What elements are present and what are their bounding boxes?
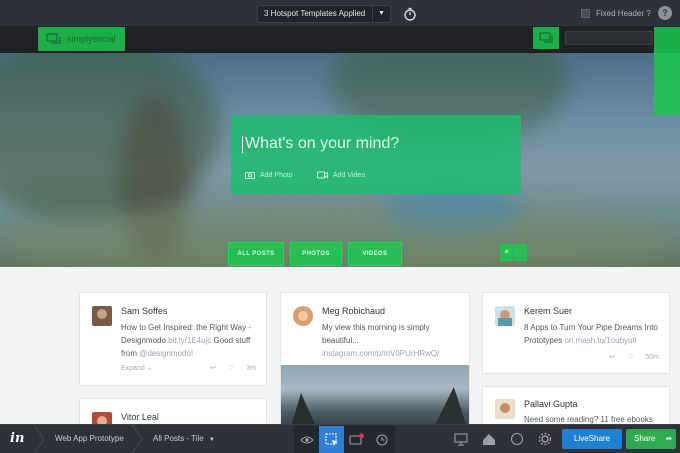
fixed-header-toggle[interactable]: Fixed Header ?	[581, 9, 651, 18]
post-link[interactable]: on.mash.to/1oubyuIl	[564, 336, 636, 345]
post-text: How to Get Inspired: the Right Way - Des…	[121, 321, 261, 360]
fixed-header-label: Fixed Header ?	[596, 9, 651, 18]
home-icon	[483, 433, 495, 445]
post-feed: Sam Soffes How to Get Inspired: the Righ…	[0, 267, 680, 424]
add-video-label: Add Video	[333, 171, 366, 179]
hotspot-template-select[interactable]: 3 Hotspot Templates Applied ▼	[257, 5, 391, 23]
add-video-button[interactable]: Add Video	[317, 171, 365, 179]
avatar	[495, 306, 515, 326]
post-card: Vitor Leal	[79, 398, 267, 424]
post-card: Pallavi Gupta Need some reading? 11 free…	[482, 386, 670, 424]
post-link[interactable]: instagram.com/p/mV0PUrHRwQ/	[322, 349, 439, 358]
post-author: Meg Robichaud	[322, 306, 386, 316]
share-arrow-icon: ➦	[665, 434, 673, 443]
filter-photos[interactable]: PHOTOS	[290, 242, 342, 266]
post-text: My view this morning is simply beautiful…	[322, 321, 462, 360]
screen-name-label: All Posts - Tile	[153, 434, 204, 443]
invision-bottom-bar: in Web App Prototype All Posts - Tile ▼	[0, 424, 680, 453]
brand-hotspot[interactable]: simplysocial	[38, 27, 125, 51]
settings-button[interactable]	[536, 430, 554, 448]
post-author: Pallavi Gupta	[524, 399, 578, 409]
breadcrumb-separator-icon	[131, 425, 143, 453]
stopwatch-icon	[404, 7, 416, 21]
chevron-down-icon: ⌄	[146, 365, 153, 372]
chevron-down-icon: ▼	[372, 6, 390, 22]
list-view-button[interactable]: ≡	[500, 244, 513, 261]
reply-icon[interactable]: ↩	[210, 364, 216, 372]
post-footer: ↩ ♡ 50m	[524, 353, 659, 362]
post-card: Meg Robichaud My view this morning is si…	[280, 292, 470, 424]
status-composer-hotspot[interactable]: What's on your mind? Add Photo Add Video	[231, 115, 521, 194]
share-button[interactable]: Share ➦	[626, 429, 676, 449]
screen-name[interactable]: All Posts - Tile ▼	[153, 434, 215, 443]
add-photo-button[interactable]: Add Photo	[245, 171, 293, 179]
video-camera-icon	[317, 171, 328, 179]
avatar	[293, 306, 313, 326]
post-handle-link[interactable]: @designmodo!	[139, 349, 193, 358]
heart-icon[interactable]: ♡	[627, 353, 633, 361]
help-button[interactable]: ?	[658, 6, 672, 20]
post-time: 50m	[645, 353, 659, 361]
comment-icon	[348, 433, 364, 445]
post-author: Sam Soffes	[121, 306, 168, 316]
build-mode-button[interactable]	[319, 426, 344, 453]
add-photo-label: Add Photo	[260, 171, 293, 179]
profile-menu-hotspot[interactable]	[654, 27, 680, 115]
chat-bubbles-icon	[539, 32, 553, 43]
brand-logo-text: simplysocial	[67, 34, 116, 44]
circle-icon	[510, 432, 524, 446]
monitor-icon	[454, 432, 468, 446]
home-button[interactable]	[480, 430, 498, 448]
hero-banner: What's on your mind? Add Photo Add Video…	[0, 53, 680, 267]
filter-videos[interactable]: VIDEOS	[348, 242, 402, 266]
share-label: Share	[634, 434, 656, 443]
heart-icon[interactable]: ♡	[228, 364, 234, 372]
history-mode-button[interactable]	[369, 426, 394, 453]
chat-bubbles-icon	[46, 32, 61, 44]
gear-icon	[538, 432, 552, 446]
project-name[interactable]: Web App Prototype	[55, 434, 124, 443]
liveshare-button[interactable]: LiveShare	[562, 429, 622, 449]
hotspot-cursor-icon	[324, 432, 338, 446]
comment-mode-button[interactable]	[344, 426, 369, 453]
post-footer: Expand ⌄ ↩ ♡ 3m	[121, 364, 256, 373]
device-preview-button[interactable]	[452, 430, 470, 448]
post-text-part: My view this morning is simply beautiful…	[322, 323, 430, 345]
status-button[interactable]	[508, 430, 526, 448]
expand-label: Expand	[121, 365, 145, 372]
expand-button[interactable]: Expand ⌄	[121, 364, 153, 372]
clock-icon	[375, 433, 388, 446]
mode-tools	[294, 426, 395, 453]
reply-icon[interactable]: ↩	[609, 353, 615, 361]
avatar	[495, 399, 515, 419]
post-author: Vitor Leal	[121, 412, 159, 422]
post-card: Sam Soffes How to Get Inspired: the Righ…	[79, 292, 267, 386]
invision-logo[interactable]: in	[10, 431, 24, 446]
post-photo[interactable]	[281, 365, 469, 424]
hotspot-template-select-value: 3 Hotspot Templates Applied	[264, 9, 366, 18]
post-card: Kerem Suer 8 Apps to Turn Your Pipe Drea…	[482, 292, 670, 374]
post-time: 3m	[246, 364, 256, 372]
post-link[interactable]: bit.ly/1E4ujc	[168, 336, 211, 345]
status-composer-placeholder: What's on your mind?	[241, 135, 400, 153]
timer-button[interactable]	[400, 4, 420, 24]
chevron-down-icon: ▼	[208, 437, 215, 443]
preview-mode-button[interactable]	[294, 426, 319, 453]
post-text: 8 Apps to Turn Your Pipe Dreams Into Pro…	[524, 321, 664, 347]
filter-all-posts[interactable]: ALL POSTS	[228, 242, 284, 266]
tile-view-button[interactable]	[514, 244, 527, 261]
list-icon: ≡	[504, 249, 509, 256]
site-header: simplysocial	[0, 27, 680, 53]
messages-hotspot[interactable]	[533, 27, 559, 49]
fixed-header-checkbox[interactable]	[581, 9, 590, 18]
post-text: Need some reading? 11 free ebooks	[524, 415, 653, 424]
post-author: Kerem Suer	[524, 306, 573, 316]
camera-icon	[245, 172, 255, 179]
prototype-toolbar: 3 Hotspot Templates Applied ▼ Fixed Head…	[0, 0, 680, 27]
avatar	[92, 306, 112, 326]
eye-icon	[299, 435, 314, 444]
avatar	[92, 412, 112, 424]
site-search-input[interactable]	[565, 31, 653, 45]
breadcrumb-separator-icon	[33, 425, 45, 453]
